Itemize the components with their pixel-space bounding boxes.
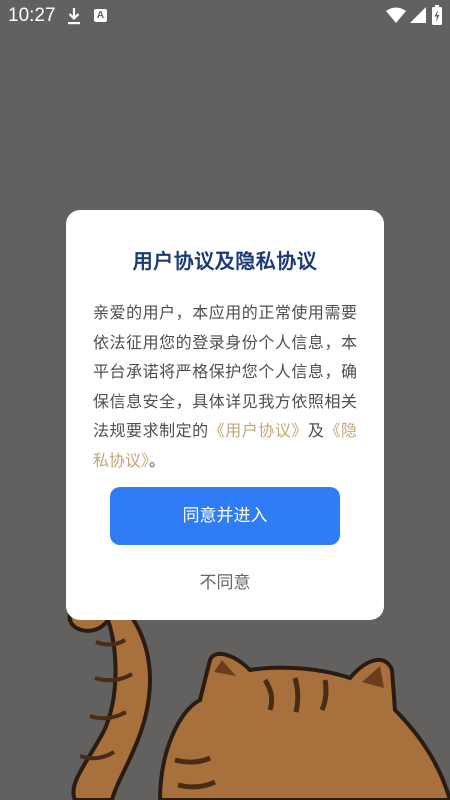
agreement-dialog: 用户协议及隐私协议 亲爱的用户，本应用的正常使用需要依法征用您的登录身份个人信息…	[66, 210, 384, 620]
cat-tail	[67, 597, 153, 800]
cat-body	[157, 651, 450, 800]
dialog-title: 用户协议及隐私协议	[132, 249, 318, 273]
user-agreement-link[interactable]: 《用户协议》	[209, 421, 308, 440]
dialog-body: 亲爱的用户，本应用的正常使用需要依法征用您的登录身份个人信息，本平台承诺将严格保…	[93, 298, 357, 475]
wifi-icon	[386, 7, 406, 23]
battery-charging-icon	[432, 5, 442, 25]
a-badge-icon: A	[94, 9, 107, 22]
ending-punctuation: 。	[149, 450, 166, 470]
status-bar: 10:27 A	[0, 0, 450, 34]
download-icon	[68, 8, 80, 25]
status-time: 10:27	[8, 5, 56, 26]
dialog-body-text: 亲爱的用户，本应用的正常使用需要依法征用您的登录身份个人信息，本平台承诺将严格保…	[93, 303, 357, 440]
agree-button[interactable]: 同意并进入	[110, 487, 340, 545]
signal-icon	[410, 7, 426, 23]
disagree-button[interactable]: 不同意	[160, 568, 290, 598]
conjunction-text: 及	[307, 421, 325, 440]
